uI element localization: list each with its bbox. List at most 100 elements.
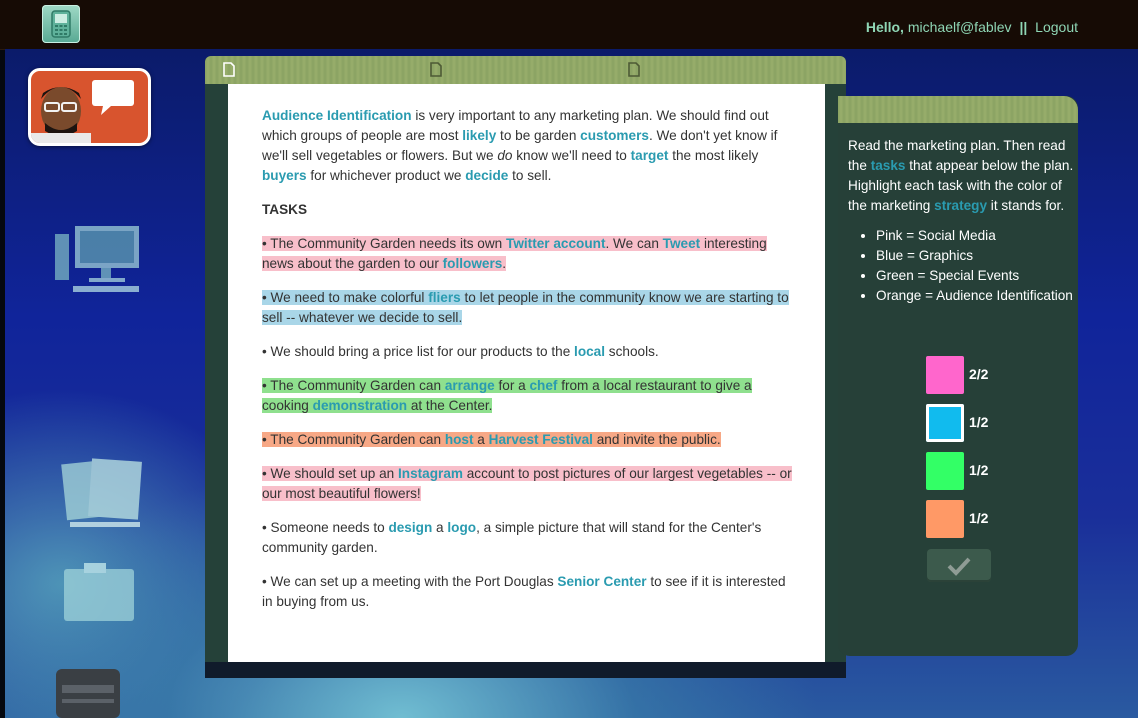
keyword: fliers xyxy=(428,290,461,305)
page-tabs xyxy=(205,56,846,84)
text-run: a xyxy=(432,520,448,535)
printer-icon xyxy=(56,669,120,718)
keyword: logo xyxy=(447,520,477,535)
task-item[interactable]: • The Community Garden can host a Harves… xyxy=(262,430,792,450)
keyword: arrange xyxy=(444,378,495,393)
text-run: do xyxy=(497,148,513,163)
keyword: customers xyxy=(580,128,649,143)
instructions-paragraph: Read the marketing plan. Then read the t… xyxy=(848,136,1074,216)
swatch-count: 1/2 xyxy=(969,414,989,430)
document-icon[interactable] xyxy=(430,62,442,77)
swatch-green[interactable] xyxy=(926,452,964,490)
keyword: strategy xyxy=(934,198,988,213)
separator: || xyxy=(1019,19,1028,35)
text-run: to be garden xyxy=(496,128,581,143)
keyword: Audience Identification xyxy=(262,108,412,123)
task-item[interactable]: • We should bring a price list for our p… xyxy=(262,342,792,362)
chat-bubble-icon xyxy=(92,80,134,115)
task-text: • We should bring a price list for our p… xyxy=(262,344,659,359)
keyword: target xyxy=(630,148,669,163)
document-icon[interactable] xyxy=(628,62,640,77)
task-text: • We need to make colorful fliers to let… xyxy=(262,290,789,325)
keyword: tasks xyxy=(870,158,906,173)
text-run: it stands for. xyxy=(987,198,1065,213)
text-run: • The Community Garden can xyxy=(262,432,445,447)
swatch-pink[interactable] xyxy=(926,356,964,394)
instructions-text: Read the marketing plan. Then read the t… xyxy=(848,136,1074,306)
text-run: the most likely xyxy=(668,148,759,163)
legend-item: Pink = Social Media xyxy=(876,226,1074,246)
keyword: Harvest Festival xyxy=(488,432,593,447)
avatar-card[interactable] xyxy=(28,68,151,146)
keyword: Instagram xyxy=(398,466,463,481)
swatch-orange[interactable] xyxy=(926,500,964,538)
task-text: • The Community Garden can arrange for a… xyxy=(262,378,752,413)
document-icon[interactable] xyxy=(223,62,235,77)
greeting: Hello, xyxy=(865,19,904,35)
task-text: • Someone needs to design a logo, a simp… xyxy=(262,520,761,555)
text-run: and invite the public. xyxy=(592,432,721,447)
keyword: Twitter account xyxy=(506,236,606,251)
text-run: • We need to make colorful xyxy=(262,290,429,305)
swatch-blue[interactable] xyxy=(926,404,964,442)
computer-icon xyxy=(55,226,139,292)
swatch-row-green: 1/2 xyxy=(926,452,1046,490)
swatch-row-blue: 1/2 xyxy=(926,404,1046,442)
folder-icon xyxy=(64,563,134,621)
phone-icon xyxy=(51,10,71,38)
phone-button[interactable] xyxy=(42,5,80,43)
text-run: • The Community Garden needs its own xyxy=(262,236,507,251)
keyword: followers xyxy=(442,256,503,271)
text-run: schools. xyxy=(605,344,659,359)
legend-item: Blue = Graphics xyxy=(876,246,1074,266)
text-run: a xyxy=(473,432,489,447)
task-item[interactable]: • Someone needs to design a logo, a simp… xyxy=(262,518,792,558)
text-run: . xyxy=(502,256,507,271)
keyword: demonstration xyxy=(312,398,408,413)
document-page: Audience Identification is very importan… xyxy=(228,84,825,662)
submit-check-button[interactable] xyxy=(927,549,991,582)
text-run: • Someone needs to xyxy=(262,520,389,535)
top-bar: Hello, michaelf@fablev || Logout xyxy=(0,0,1138,50)
keyword: buyers xyxy=(262,168,307,183)
text-run: know we'll need to xyxy=(512,148,631,163)
task-text: • The Community Garden can host a Harves… xyxy=(262,432,721,447)
task-item[interactable]: • The Community Garden can arrange for a… xyxy=(262,376,792,416)
text-run: • The Community Garden can xyxy=(262,378,445,393)
intro-paragraph: Audience Identification is very importan… xyxy=(262,106,792,186)
papers-icon xyxy=(61,458,142,527)
keyword: chef xyxy=(529,378,558,393)
keyword: Tweet xyxy=(662,236,701,251)
document-panel: Audience Identification is very importan… xyxy=(205,56,846,678)
keyword: likely xyxy=(462,128,497,143)
user-area: Hello, michaelf@fablev || Logout xyxy=(866,19,1078,35)
text-run: for whichever product we xyxy=(306,168,466,183)
text-run: at the Center. xyxy=(407,398,493,413)
document-footer-bar xyxy=(205,662,846,678)
swatch-row-pink: 2/2 xyxy=(926,356,1046,394)
text-run: . We can xyxy=(605,236,663,251)
keyword: design xyxy=(388,520,433,535)
legend-item: Green = Special Events xyxy=(876,266,1074,286)
task-item[interactable]: • We should set up an Instagram account … xyxy=(262,464,792,504)
text-run: • We should bring a price list for our p… xyxy=(262,344,575,359)
text-run: • We should set up an xyxy=(262,466,398,481)
logout-link[interactable]: Logout xyxy=(1035,19,1078,35)
legend-item: Orange = Audience Identification xyxy=(876,286,1074,306)
text-run: for a xyxy=(494,378,530,393)
user-email: michaelf@fablev xyxy=(907,19,1012,35)
keyword: Senior Center xyxy=(557,574,647,589)
task-item[interactable]: • The Community Garden needs its own Twi… xyxy=(262,234,792,274)
swatch-count: 2/2 xyxy=(969,366,989,382)
task-item[interactable]: • We can set up a meeting with the Port … xyxy=(262,572,792,612)
instructions-panel: Read the marketing plan. Then read the t… xyxy=(838,96,1078,656)
keyword: host xyxy=(444,432,474,447)
swatch-row-orange: 1/2 xyxy=(926,500,1046,538)
task-list: • The Community Garden needs its own Twi… xyxy=(262,234,792,612)
task-text: • We should set up an Instagram account … xyxy=(262,466,792,501)
tasks-heading: TASKS xyxy=(262,202,308,217)
keyword: local xyxy=(574,344,606,359)
task-item[interactable]: • We need to make colorful fliers to let… xyxy=(262,288,792,328)
text-run: to sell. xyxy=(508,168,552,183)
task-text: • The Community Garden needs its own Twi… xyxy=(262,236,767,271)
